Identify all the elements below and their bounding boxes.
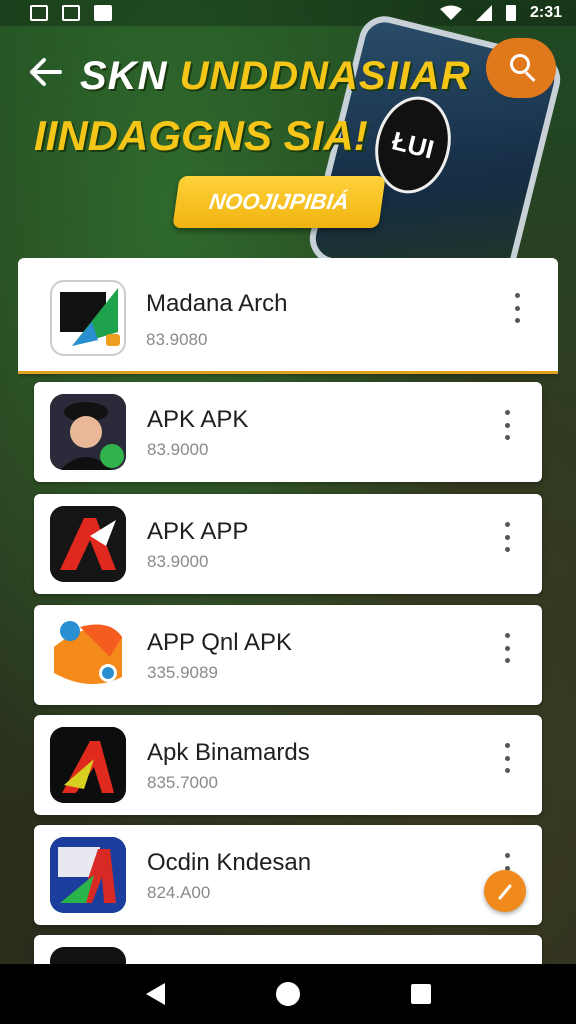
list-item[interactable] (34, 935, 542, 964)
nav-home-icon[interactable] (275, 982, 300, 1006)
app-name: Ocdin Kndesan (147, 849, 312, 876)
list-item[interactable]: APK APK 83.9000 (34, 382, 542, 482)
pencil-icon (498, 884, 512, 900)
search-icon-handle (524, 71, 536, 83)
list-item[interactable]: APK APP 83.9000 (34, 494, 542, 594)
app-name: Apk Binamards (147, 739, 310, 766)
list-item[interactable]: Ocdin Kndesan 824.A00 (34, 825, 542, 925)
search-button[interactable] (486, 38, 556, 98)
banner-headline-1b: UNDDNASIIAR (179, 54, 471, 98)
app-name: APK APK (147, 406, 249, 433)
app-icon-blue (50, 837, 126, 913)
app-icon-partial (50, 947, 126, 964)
image-icon (62, 5, 80, 21)
download-icon (30, 5, 48, 21)
app-list[interactable]: Madana Arch 83.9080 APK APK 83.9000 APK (18, 258, 558, 964)
battery-icon (505, 5, 516, 21)
more-icon[interactable] (497, 633, 517, 663)
app-name: APK APP (147, 518, 249, 545)
signal-icon (475, 5, 492, 21)
app-subtitle: 83.9000 (147, 440, 209, 459)
nav-back-icon[interactable] (145, 983, 165, 1005)
arrow-left-icon (30, 58, 62, 86)
app-subtitle: 83.9000 (147, 552, 209, 571)
app-icon-madana (50, 280, 126, 356)
promo-banner[interactable]: ŁUI SKN UNDDNASIIAR IINDAGGNS SIA! NOOJI… (0, 10, 576, 308)
more-icon[interactable] (497, 522, 517, 552)
app-icon-red-a (50, 506, 126, 582)
navigation-bar (0, 964, 576, 1024)
app-icon-avatar (50, 394, 126, 470)
more-icon[interactable] (507, 293, 527, 323)
floating-action-button[interactable] (484, 870, 526, 912)
app-subtitle: 824.A00 (147, 883, 211, 902)
back-button[interactable] (28, 54, 64, 90)
app-subtitle: 83.9080 (146, 330, 208, 349)
list-item[interactable]: Madana Arch 83.9080 (18, 258, 558, 374)
banner-headline-2: IINDAGGNS SIA! (34, 112, 368, 159)
message-icon (94, 5, 112, 21)
nav-recents-icon[interactable] (410, 984, 431, 1004)
banner-cta-button[interactable]: NOOJIJPIBIÁ (172, 176, 386, 228)
app-name: Madana Arch (146, 290, 288, 317)
app-name: APP Qnl APK (147, 629, 292, 656)
more-icon[interactable] (497, 743, 517, 773)
banner-headline-1a: SKN (80, 54, 168, 98)
app-icon-yellow-a (50, 727, 126, 803)
more-icon[interactable] (497, 410, 517, 440)
list-item[interactable]: Apk Binamards 835.7000 (34, 715, 542, 815)
status-bar: 2:31 (0, 0, 576, 26)
app-icon-orange (50, 617, 126, 693)
wifi-icon (439, 5, 462, 20)
banner-headline-1: SKN UNDDNASIIAR (80, 54, 471, 99)
app-subtitle: 835.7000 (147, 773, 218, 792)
list-item[interactable]: APP Qnl APK 335.9089 (34, 605, 542, 705)
status-time: 2:31 (529, 4, 562, 21)
app-subtitle: 335.9089 (147, 663, 218, 682)
